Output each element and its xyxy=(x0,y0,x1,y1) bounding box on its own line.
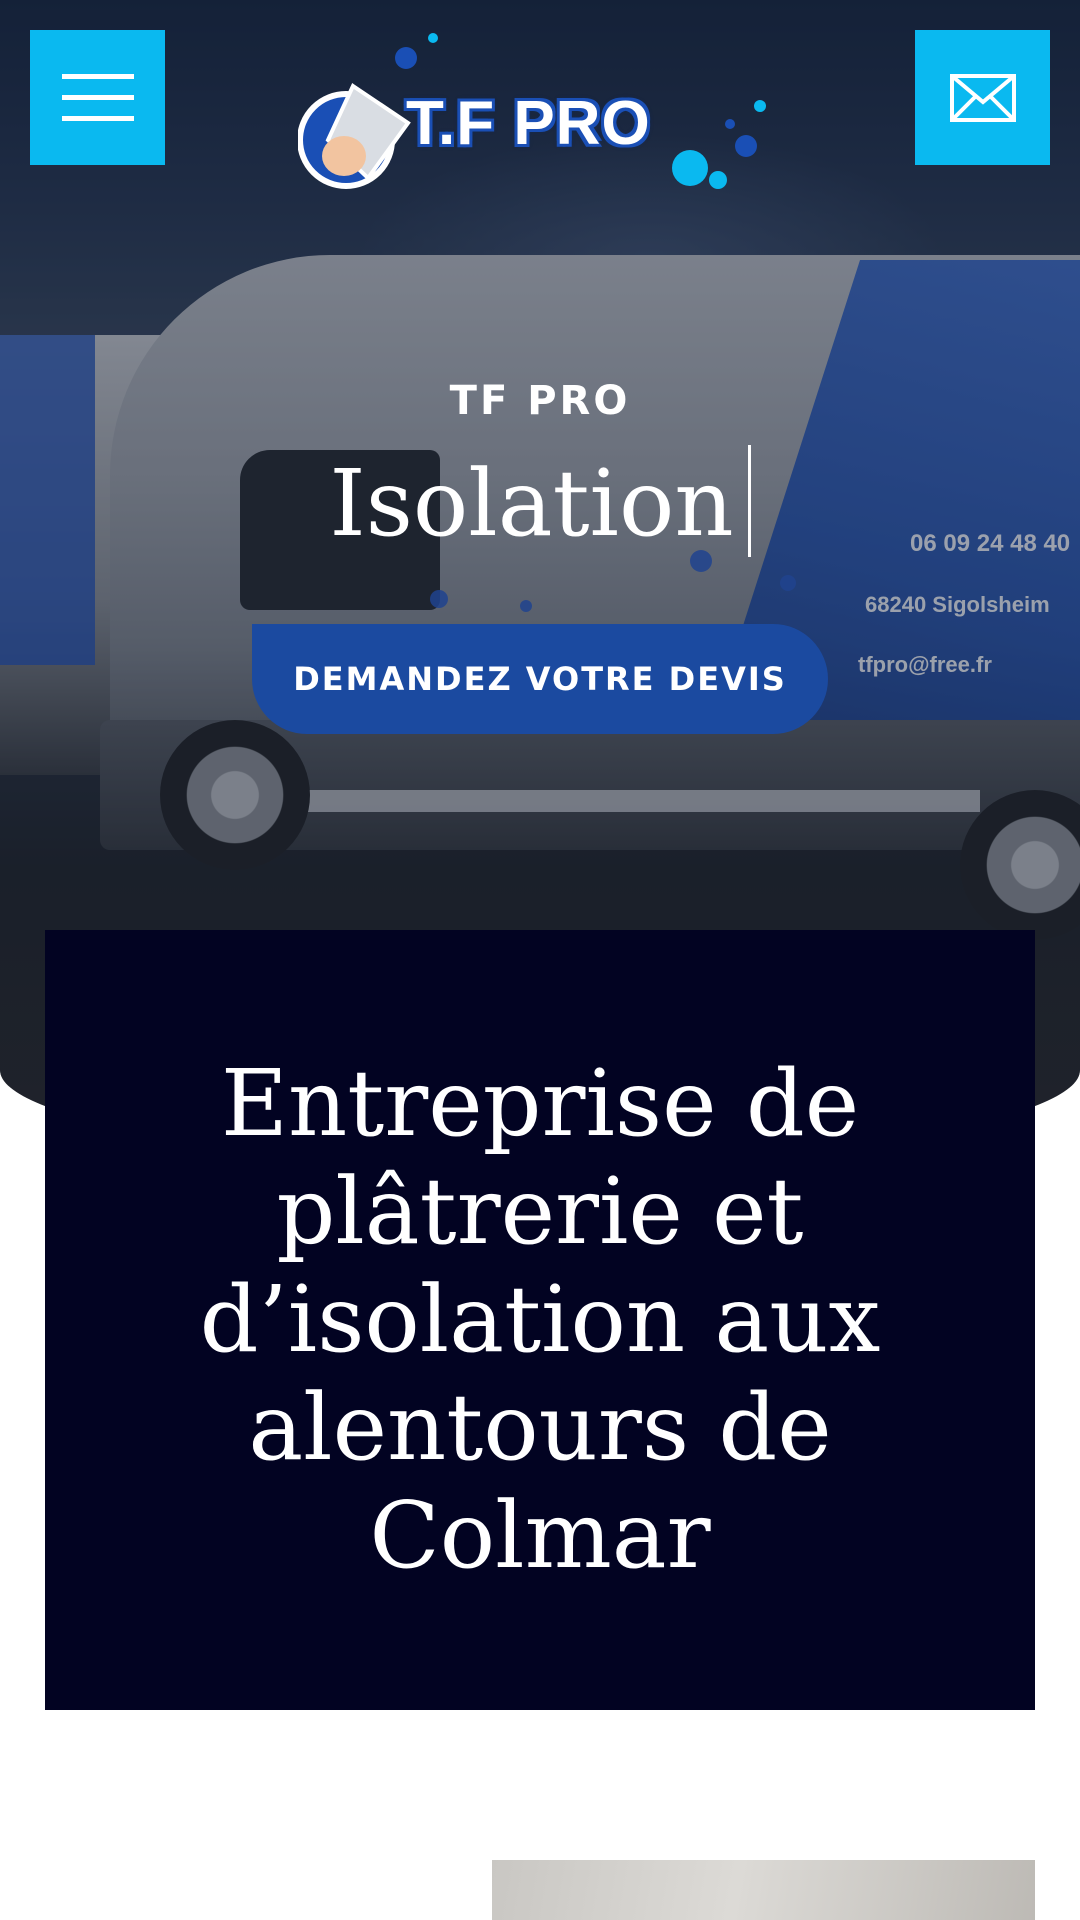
hero-title-text: Isolation xyxy=(329,450,734,557)
site-logo[interactable]: T.F PRO xyxy=(298,28,778,198)
logo-text: T.F PRO xyxy=(406,89,651,158)
intro-box: Entreprise de plâtrerie et d’isolation a… xyxy=(45,930,1035,1710)
envelope-icon xyxy=(949,73,1016,122)
intro-heading: Entreprise de plâtrerie et d’isolation a… xyxy=(199,1050,881,1589)
request-quote-button[interactable]: DEMANDEZ VOTRE DEVIS xyxy=(252,624,828,734)
menu-button[interactable] xyxy=(30,30,165,165)
hamburger-menu-icon xyxy=(61,73,134,122)
hero-kicker: TF PRO xyxy=(449,378,631,424)
contact-mail-button[interactable] xyxy=(915,30,1050,165)
typing-caret xyxy=(747,445,751,557)
hero-rotating-title: Isolation xyxy=(0,445,1080,557)
service-photo xyxy=(492,1860,1035,1920)
